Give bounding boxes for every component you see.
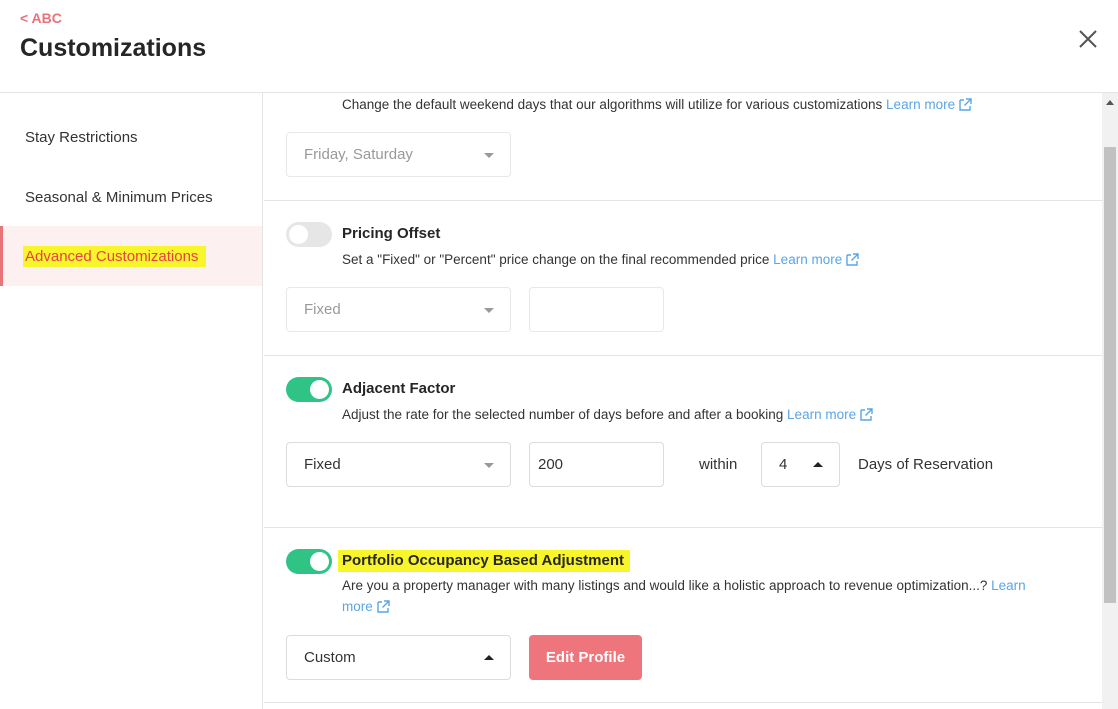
pricing-offset-type-select[interactable]: Fixed <box>286 287 511 332</box>
portfolio-profile-select[interactable]: Custom <box>286 635 511 680</box>
main-content: Change the default weekend days that our… <box>264 93 1102 709</box>
sidebar-item-seasonal-minimum-prices[interactable]: Seasonal & Minimum Prices <box>0 167 262 227</box>
back-link[interactable]: < ABC <box>20 10 62 26</box>
external-link-icon <box>860 408 873 421</box>
pricing-offset-title: Pricing Offset <box>342 225 441 242</box>
portfolio-occupancy-description: Are you a property manager with many lis… <box>342 578 1026 614</box>
sidebar-item-label: Stay Restrictions <box>25 128 138 146</box>
sidebar-item-advanced-customizations[interactable]: Advanced Customizations <box>0 226 262 286</box>
scroll-thumb[interactable] <box>1104 147 1116 603</box>
learn-more-link[interactable]: Learn more <box>773 252 859 267</box>
external-link-icon <box>377 600 390 613</box>
chevron-up-icon <box>813 462 823 467</box>
learn-more-link[interactable]: Learn more <box>886 97 972 112</box>
chevron-up-icon <box>484 655 494 660</box>
sidebar-item-label: Advanced Customizations <box>23 245 207 267</box>
days-of-reservation-label: Days of Reservation <box>858 456 994 473</box>
close-button[interactable] <box>1074 25 1102 53</box>
chevron-down-icon <box>484 153 494 158</box>
pricing-offset-amount-input[interactable] <box>529 287 664 332</box>
edit-profile-button[interactable]: Edit Profile <box>529 635 642 680</box>
adjacent-factor-description: Adjust the rate for the selected number … <box>342 404 873 425</box>
adjacent-factor-section: Adjacent Factor Adjust the rate for the … <box>264 356 1102 528</box>
pricing-offset-description: Set a "Fixed" or "Percent" price change … <box>342 249 859 270</box>
header: < ABC Customizations <box>0 0 1118 93</box>
adjacent-factor-toggle[interactable] <box>286 377 332 402</box>
weekend-days-select[interactable]: Friday, Saturday <box>286 132 511 177</box>
portfolio-occupancy-title: Portfolio Occupancy Based Adjustment <box>338 550 630 572</box>
weekend-description: Change the default weekend days that our… <box>342 94 972 115</box>
adjacent-factor-title: Adjacent Factor <box>342 380 456 397</box>
sidebar-item-label: Seasonal & Minimum Prices <box>25 188 213 206</box>
sidebar-item-stay-restrictions[interactable]: Stay Restrictions <box>0 107 262 167</box>
learn-more-link[interactable]: Learn more <box>787 407 873 422</box>
chevron-down-icon <box>484 463 494 468</box>
chevron-down-icon <box>484 308 494 313</box>
sidebar: Stay Restrictions Seasonal & Minimum Pri… <box>0 93 263 709</box>
external-link-icon <box>846 253 859 266</box>
adjacent-factor-amount-input[interactable]: 200 <box>529 442 664 487</box>
weekend-days-section: Change the default weekend days that our… <box>264 93 1102 201</box>
portfolio-occupancy-toggle[interactable] <box>286 549 332 574</box>
external-link-icon <box>959 98 972 111</box>
portfolio-occupancy-section: Portfolio Occupancy Based Adjustment Are… <box>264 528 1102 703</box>
adjacent-days-select[interactable]: 4 <box>761 442 840 487</box>
pricing-offset-section: Pricing Offset Set a "Fixed" or "Percent… <box>264 201 1102 356</box>
pricing-offset-toggle[interactable] <box>286 222 332 247</box>
adjacent-factor-type-select[interactable]: Fixed <box>286 442 511 487</box>
within-label: within <box>699 456 738 473</box>
scrollbar[interactable] <box>1102 93 1118 709</box>
page-title: Customizations <box>20 34 207 62</box>
scroll-up-arrow-icon[interactable] <box>1106 100 1114 105</box>
close-icon <box>1079 30 1097 48</box>
